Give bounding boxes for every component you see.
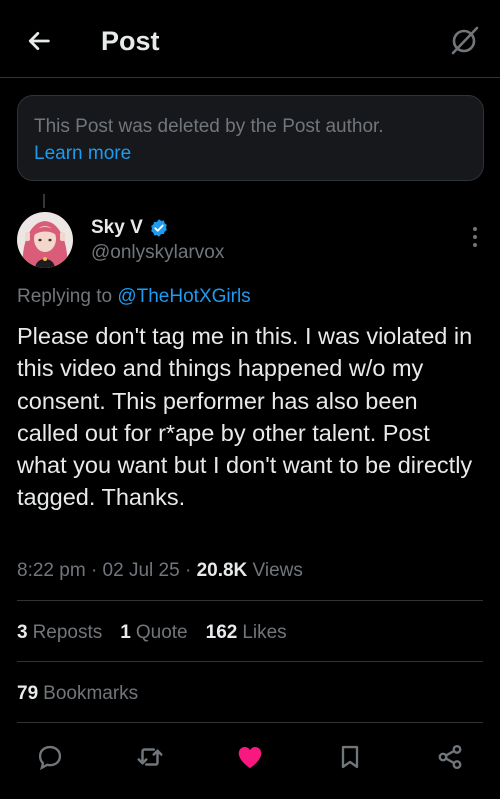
like-button[interactable]: [234, 741, 266, 773]
share-icon: [438, 744, 462, 770]
deleted-notice-text: This Post was deleted by the Post author…: [34, 116, 384, 137]
share-button[interactable]: [434, 741, 466, 773]
more-options-button[interactable]: [469, 225, 481, 249]
bookmarks-count: 79: [17, 683, 39, 704]
divider: [17, 600, 483, 601]
heart-icon: [238, 747, 262, 769]
bookmark-button[interactable]: [334, 741, 366, 773]
reposts-count: 3: [17, 622, 28, 643]
post-meta: 8:22 pm · 02 Jul 25 · 20.8K Views: [17, 558, 303, 584]
page-title: Post: [101, 26, 160, 56]
repost-button[interactable]: [134, 741, 166, 773]
replying-to-label: Replying to: [17, 286, 113, 307]
more-dot-icon: [473, 235, 477, 239]
views-label: Views: [252, 560, 303, 581]
author-display-name[interactable]: Sky V: [91, 216, 143, 240]
post-text: Please don't tag me in this. I was viola…: [17, 323, 473, 511]
likes-stat[interactable]: 162 Likes: [206, 620, 287, 646]
quotes-label: Quote: [135, 622, 188, 643]
post-date[interactable]: 02 Jul 25: [103, 560, 180, 581]
likes-label: Likes: [242, 622, 287, 643]
engagement-stats: 3 Reposts 1 Quote 162 Likes: [17, 620, 305, 646]
grok-icon: [451, 26, 479, 55]
verified-badge-icon: [150, 219, 167, 237]
reply-button[interactable]: [34, 741, 66, 773]
more-dot-icon: [473, 227, 477, 231]
author-handle[interactable]: @onlyskylarvox: [91, 241, 224, 265]
views-count: 20.8K: [196, 560, 248, 581]
back-button[interactable]: [22, 24, 56, 58]
more-dot-icon: [473, 243, 477, 247]
grok-button[interactable]: [448, 22, 482, 58]
divider: [17, 661, 483, 662]
avatar[interactable]: [17, 212, 73, 268]
bookmarks-label: Bookmarks: [43, 683, 139, 704]
meta-separator: ·: [184, 560, 192, 581]
top-app-bar: Post: [0, 0, 500, 78]
reposts-label: Reposts: [32, 622, 103, 643]
reply-icon: [38, 745, 62, 771]
quotes-count: 1: [120, 622, 131, 643]
quotes-stat[interactable]: 1 Quote: [120, 620, 187, 646]
meta-separator: ·: [90, 560, 98, 581]
learn-more-link[interactable]: Learn more: [34, 140, 467, 167]
bookmark-icon: [341, 745, 359, 769]
author-name-row[interactable]: Sky V: [91, 216, 169, 240]
divider: [17, 722, 483, 723]
reposts-stat[interactable]: 3 Reposts: [17, 620, 102, 646]
arrow-left-icon: [28, 32, 50, 50]
repost-icon: [137, 748, 163, 766]
replying-to-line: Replying to @TheHotXGirls: [17, 285, 251, 309]
bookmarks-stat[interactable]: 79 Bookmarks: [17, 681, 138, 707]
replying-to-mention[interactable]: @TheHotXGirls: [117, 286, 250, 307]
likes-count: 162: [205, 622, 238, 643]
post-time[interactable]: 8:22 pm: [17, 560, 86, 581]
deleted-post-notice: This Post was deleted by the Post author…: [17, 95, 484, 181]
thread-connector-line: [43, 194, 45, 208]
